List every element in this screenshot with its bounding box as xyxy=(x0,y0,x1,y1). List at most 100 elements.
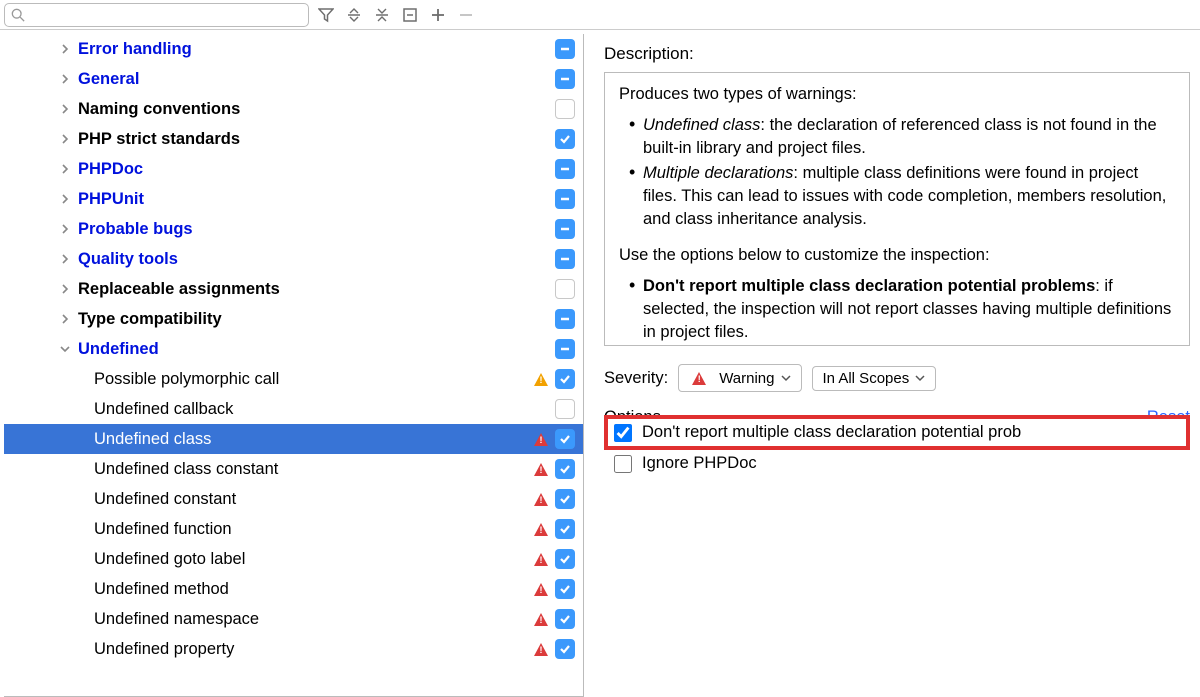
chevron-icon[interactable] xyxy=(58,194,72,204)
tree-category[interactable]: Undefined xyxy=(4,334,583,364)
checkbox-mixed-icon[interactable] xyxy=(555,39,575,59)
tree-item[interactable]: Possible polymorphic call! xyxy=(4,364,583,394)
search-icon xyxy=(11,8,25,22)
tree-category[interactable]: PHPUnit xyxy=(4,184,583,214)
tree-item[interactable]: Undefined goto label! xyxy=(4,544,583,574)
filter-icon[interactable] xyxy=(315,4,337,26)
tree-item[interactable]: Undefined function! xyxy=(4,514,583,544)
collapse-all-icon[interactable] xyxy=(371,4,393,26)
tree-item[interactable]: Undefined callback xyxy=(4,394,583,424)
option-checkbox[interactable] xyxy=(614,455,632,473)
checkbox-icon[interactable] xyxy=(555,609,575,629)
chevron-icon[interactable] xyxy=(58,44,72,54)
tree-label: Undefined class xyxy=(94,430,531,449)
description-label: Description: xyxy=(604,44,1190,64)
description-bullet: Multiple declarations: multiple class de… xyxy=(629,162,1175,231)
checkbox-empty-icon[interactable] xyxy=(555,279,575,299)
tree-label: Undefined class constant xyxy=(94,460,531,479)
error-icon: ! xyxy=(531,639,551,659)
checkbox-icon[interactable] xyxy=(555,639,575,659)
tree-item[interactable]: Undefined class! xyxy=(4,424,583,454)
tree-label: Undefined property xyxy=(94,640,531,659)
checkbox-mixed-icon[interactable] xyxy=(555,159,575,179)
tree-category[interactable]: Naming conventions xyxy=(4,94,583,124)
checkbox-icon[interactable] xyxy=(555,429,575,449)
chevron-icon[interactable] xyxy=(58,164,72,174)
option-label: Ignore PHPDoc xyxy=(642,454,757,473)
checkbox-icon[interactable] xyxy=(555,519,575,539)
scope-dropdown[interactable]: In All Scopes xyxy=(812,366,937,391)
tree-category[interactable]: Error handling xyxy=(4,34,583,64)
chevron-icon[interactable] xyxy=(58,74,72,84)
tree-label: PHPUnit xyxy=(78,190,555,209)
error-icon: ! xyxy=(531,579,551,599)
severity-dropdown[interactable]: ! Warning xyxy=(678,364,801,392)
reset-icon[interactable] xyxy=(399,4,421,26)
search-box[interactable] xyxy=(4,3,309,27)
checkbox-mixed-icon[interactable] xyxy=(555,219,575,239)
checkbox-mixed-icon[interactable] xyxy=(555,69,575,89)
chevron-icon[interactable] xyxy=(58,284,72,294)
tree-category[interactable]: Probable bugs xyxy=(4,214,583,244)
tree-category[interactable]: Type compatibility xyxy=(4,304,583,334)
option-row: Don't report multiple class declaration … xyxy=(614,419,1180,446)
tree-category[interactable]: PHPDoc xyxy=(4,154,583,184)
tree-item[interactable]: Undefined method! xyxy=(4,574,583,604)
tree-category[interactable]: General xyxy=(4,64,583,94)
tree-label: Undefined function xyxy=(94,520,531,539)
inspection-tree[interactable]: Error handlingGeneralNaming conventionsP… xyxy=(4,34,584,697)
tree-label: Replaceable assignments xyxy=(78,280,555,299)
tree-label: Undefined constant xyxy=(94,490,531,509)
tree-category[interactable]: PHP strict standards xyxy=(4,124,583,154)
warning-icon: ! xyxy=(689,368,709,388)
expand-all-icon[interactable] xyxy=(343,4,365,26)
tree-label: Undefined goto label xyxy=(94,550,531,569)
tree-category[interactable]: Quality tools xyxy=(4,244,583,274)
chevron-icon[interactable] xyxy=(58,344,72,354)
checkbox-icon[interactable] xyxy=(555,129,575,149)
checkbox-mixed-icon[interactable] xyxy=(555,189,575,209)
checkbox-mixed-icon[interactable] xyxy=(555,249,575,269)
checkbox-empty-icon[interactable] xyxy=(555,99,575,119)
checkbox-mixed-icon[interactable] xyxy=(555,309,575,329)
tree-label: Possible polymorphic call xyxy=(94,370,531,389)
tree-label: Error handling xyxy=(78,40,555,59)
checkbox-icon[interactable] xyxy=(555,579,575,599)
tree-category[interactable]: Replaceable assignments xyxy=(4,274,583,304)
search-input[interactable] xyxy=(29,7,302,23)
description-intro: Produces two types of warnings: xyxy=(619,83,1175,106)
option-checkbox[interactable] xyxy=(614,424,632,442)
chevron-icon[interactable] xyxy=(58,224,72,234)
checkbox-icon[interactable] xyxy=(555,459,575,479)
chevron-icon[interactable] xyxy=(58,254,72,264)
chevron-icon[interactable] xyxy=(58,314,72,324)
toolbar xyxy=(0,0,1200,30)
chevron-icon[interactable] xyxy=(58,134,72,144)
description-box: Produces two types of warnings: Undefine… xyxy=(604,72,1190,346)
tree-label: Type compatibility xyxy=(78,310,555,329)
description-bullet: Don't report multiple class declaration … xyxy=(629,275,1175,344)
checkbox-icon[interactable] xyxy=(555,489,575,509)
remove-icon[interactable] xyxy=(455,4,477,26)
checkbox-empty-icon[interactable] xyxy=(555,399,575,419)
checkbox-mixed-icon[interactable] xyxy=(555,339,575,359)
severity-label: Severity: xyxy=(604,369,668,388)
chevron-icon[interactable] xyxy=(58,104,72,114)
add-icon[interactable] xyxy=(427,4,449,26)
description-mid: Use the options below to customize the i… xyxy=(619,244,1175,267)
tree-item[interactable]: Undefined property! xyxy=(4,634,583,664)
tree-item[interactable]: Undefined constant! xyxy=(4,484,583,514)
error-icon: ! xyxy=(531,549,551,569)
tree-item[interactable]: Undefined namespace! xyxy=(4,604,583,634)
tree-item[interactable]: Undefined class constant! xyxy=(4,454,583,484)
error-icon: ! xyxy=(531,459,551,479)
checkbox-icon[interactable] xyxy=(555,369,575,389)
tree-label: PHPDoc xyxy=(78,160,555,179)
severity-row: Severity: ! Warning In All Scopes xyxy=(604,364,1190,392)
tree-label: General xyxy=(78,70,555,89)
chevron-down-icon xyxy=(915,373,925,383)
tree-label: Undefined callback xyxy=(94,400,531,419)
tree-label: Probable bugs xyxy=(78,220,555,239)
description-bullet: Undefined class: the declaration of refe… xyxy=(629,114,1175,160)
checkbox-icon[interactable] xyxy=(555,549,575,569)
